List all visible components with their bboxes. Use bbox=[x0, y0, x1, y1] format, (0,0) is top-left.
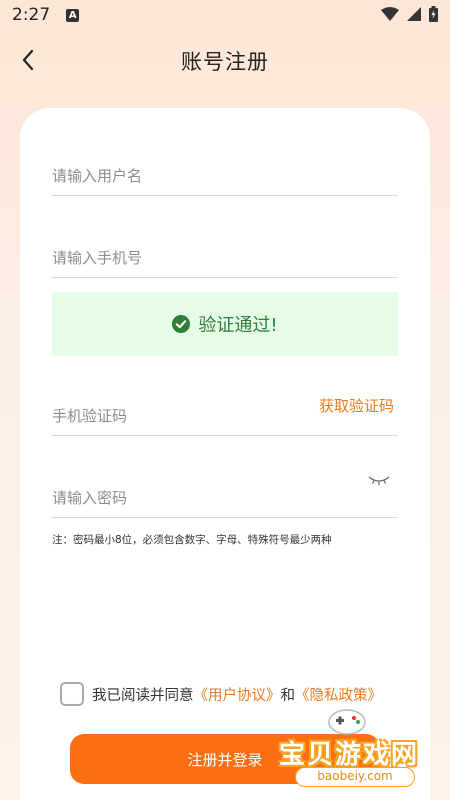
phone-input[interactable] bbox=[52, 242, 398, 274]
register-card: 验证通过! 获取验证码 注：密码最小8位，必须包含数字、字母、特殊符号最少两种 … bbox=[20, 108, 430, 800]
username-field bbox=[52, 156, 398, 196]
password-field bbox=[52, 478, 398, 518]
signal-icon bbox=[407, 7, 421, 21]
agreement-checkbox[interactable] bbox=[60, 682, 84, 706]
get-code-button[interactable]: 获取验证码 bbox=[319, 395, 394, 416]
password-hint: 注：密码最小8位，必须包含数字、字母、特殊符号最少两种 bbox=[52, 534, 332, 546]
verify-success-box: 验证通过! bbox=[52, 292, 398, 356]
verify-status-text: 验证通过! bbox=[198, 315, 278, 336]
username-input[interactable] bbox=[52, 160, 398, 192]
check-circle-icon bbox=[172, 315, 191, 333]
status-bar: 2:27 A bbox=[0, 0, 450, 30]
notification-a-icon: A bbox=[66, 8, 80, 22]
status-time: 2:27 bbox=[12, 5, 51, 25]
nav-bar: 账号注册 bbox=[0, 38, 450, 82]
watermark-text: 宝贝游戏网 bbox=[279, 740, 420, 770]
password-input[interactable] bbox=[52, 482, 352, 514]
gamepad-icon bbox=[328, 709, 366, 735]
sms-code-input[interactable] bbox=[52, 400, 272, 432]
watermark-logo: 宝贝游戏网 baobeiy.com bbox=[275, 700, 445, 790]
wifi-icon bbox=[381, 7, 399, 21]
eye-closed-icon[interactable] bbox=[368, 475, 390, 487]
status-icons bbox=[381, 6, 438, 22]
agreement-prefix: 我已阅读并同意 bbox=[92, 687, 194, 704]
phone-field bbox=[52, 238, 398, 278]
watermark-url: baobeiy.com bbox=[295, 767, 415, 787]
page-title: 账号注册 bbox=[181, 50, 269, 74]
battery-icon bbox=[429, 6, 438, 22]
user-agreement-link[interactable]: 《用户协议》 bbox=[194, 684, 281, 705]
